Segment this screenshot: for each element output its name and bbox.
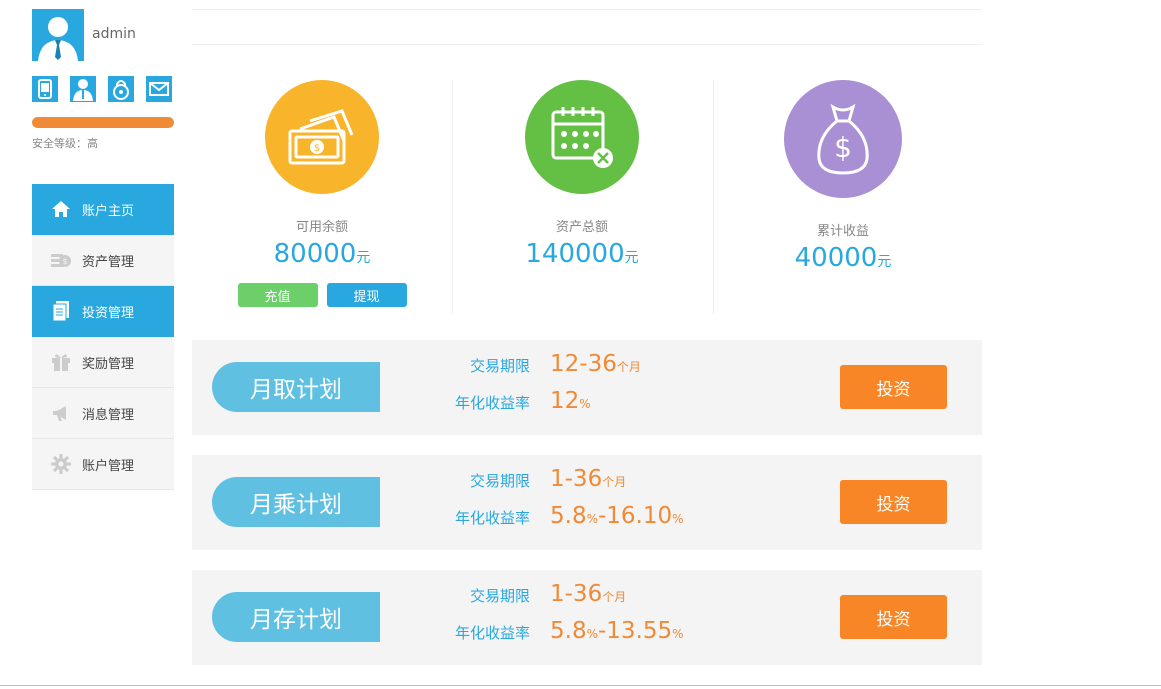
home-icon (50, 198, 72, 220)
plan-card: 月乘计划 交易期限 1-36 个月 年化收益率 5.8% -16.10% 投资 (192, 455, 982, 550)
plan-rate: 年化收益率 12% (454, 388, 591, 414)
security-level-label: 安全等级：高 (32, 137, 98, 150)
sidebar-item-rewards[interactable]: 奖励管理 (32, 337, 174, 388)
quick-icons (32, 76, 172, 102)
sidebar-item-account-home[interactable]: 账户主页 (32, 184, 174, 235)
invest-button[interactable]: 投资 (840, 480, 947, 524)
avatar[interactable] (32, 9, 84, 61)
svg-text:$: $ (314, 143, 320, 154)
plan-term: 交易期限 1-36 个月 (469, 466, 627, 492)
stat-available-balance: $ 可用余额 80000元 充值 提现 (192, 80, 452, 307)
calendar-icon (525, 80, 639, 194)
stat-value: 40000元 (794, 243, 892, 273)
money-bag-icon: $ (784, 80, 902, 198)
recharge-button[interactable]: 充值 (237, 283, 318, 307)
stat-value: 80000元 (273, 239, 371, 269)
sidebar-item-label: 消息管理 (82, 407, 135, 423)
plan-term: 交易期限 1-36 个月 (469, 581, 627, 607)
withdraw-button[interactable]: 提现 (326, 283, 407, 307)
plan-term: 交易期限 12-36 个月 (469, 351, 641, 377)
phone-icon[interactable] (32, 76, 58, 102)
page-bottom-border (0, 685, 1161, 686)
gift-icon (50, 351, 72, 373)
user-icon[interactable] (70, 76, 96, 102)
sidebar-item-label: 账户主页 (82, 203, 135, 219)
security-level-bar (32, 117, 174, 128)
stat-label: 可用余额 (295, 220, 348, 235)
svg-text:$: $ (834, 131, 852, 164)
stat-value: 140000元 (525, 239, 639, 269)
top-divider (192, 44, 982, 45)
sidebar-item-messages[interactable]: 消息管理 (32, 388, 174, 439)
sidebar-item-investment[interactable]: 投资管理 (32, 286, 174, 337)
invest-button[interactable]: 投资 (840, 365, 947, 409)
invest-button[interactable]: 投资 (840, 595, 947, 639)
sidebar-menu: 账户主页 $ 资产管理 投资管理 奖励管理 消息管理 账户管理 (32, 184, 174, 490)
sidebar-item-assets[interactable]: $ 资产管理 (32, 235, 174, 286)
sidebar-item-label: 投资管理 (82, 305, 135, 321)
security-level-fill (32, 117, 174, 128)
stat-total-assets: 资产总额 140000元 (452, 80, 712, 269)
document-icon (50, 300, 72, 322)
svg-text:$: $ (62, 257, 67, 266)
lock-icon[interactable] (108, 76, 134, 102)
plan-rate: 年化收益率 5.8% -13.55% (454, 618, 684, 644)
sidebar-item-label: 奖励管理 (82, 356, 135, 372)
plan-name: 月存计划 (212, 592, 380, 642)
plan-card: 月取计划 交易期限 12-36 个月 年化收益率 12% 投资 (192, 340, 982, 435)
horn-icon (50, 402, 72, 424)
plan-name: 月乘计划 (212, 477, 380, 527)
plan-name: 月取计划 (212, 362, 380, 412)
money-icon: $ (265, 80, 379, 194)
coins-icon: $ (50, 249, 72, 271)
stat-label: 累计收益 (816, 224, 869, 239)
sidebar-item-label: 账户管理 (82, 458, 135, 474)
gear-icon (50, 453, 72, 475)
username: admin (92, 26, 136, 42)
plan-card: 月存计划 交易期限 1-36 个月 年化收益率 5.8% -13.55% 投资 (192, 570, 982, 665)
stat-label: 资产总额 (555, 220, 608, 235)
mail-icon[interactable] (146, 76, 172, 102)
top-divider (192, 9, 982, 10)
plan-rate: 年化收益率 5.8% -16.10% (454, 503, 684, 529)
sidebar-item-account-settings[interactable]: 账户管理 (32, 439, 174, 490)
stat-total-earnings: $ 累计收益 40000元 (713, 80, 973, 273)
sidebar-item-label: 资产管理 (82, 254, 135, 270)
